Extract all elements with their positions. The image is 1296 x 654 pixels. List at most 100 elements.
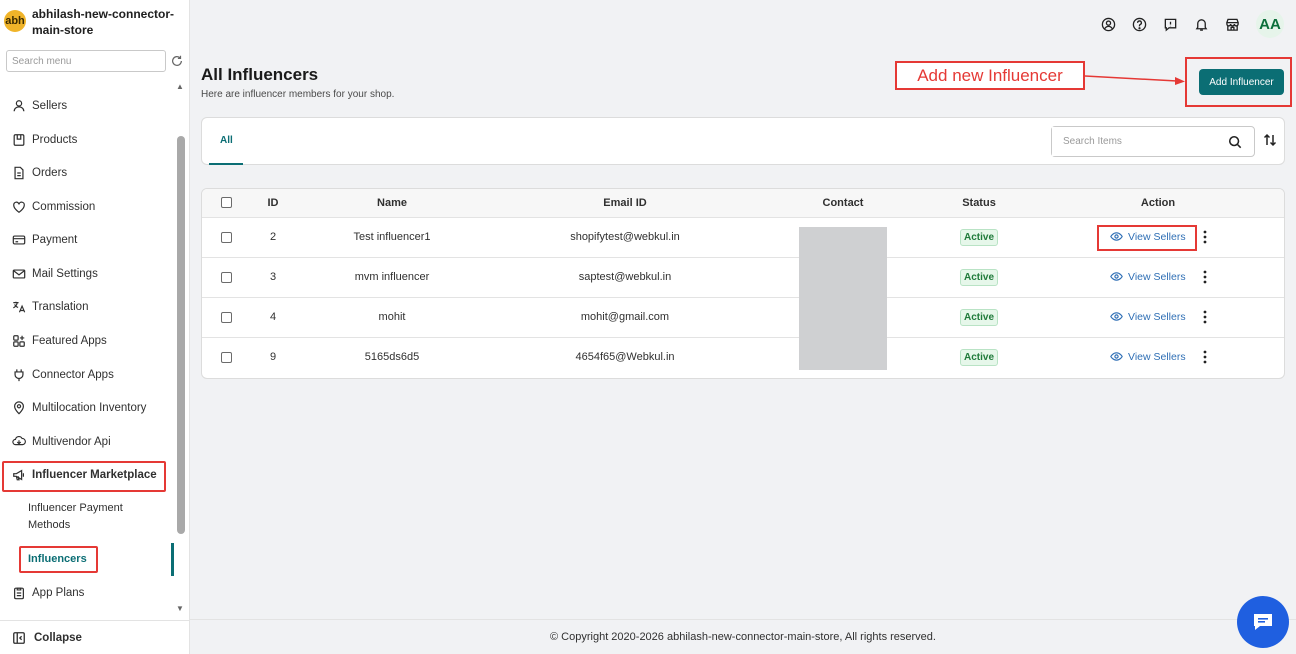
scroll-up-arrow[interactable]: ▲: [176, 82, 184, 91]
sidebar-item-label: Sellers: [32, 100, 68, 112]
account-icon[interactable]: [1101, 17, 1116, 32]
store-logo: abh: [4, 10, 26, 32]
menu-search: [6, 50, 166, 72]
more-options-icon[interactable]: [1202, 310, 1208, 324]
view-sellers-link[interactable]: View Sellers: [1110, 270, 1186, 283]
products-icon: [13, 134, 25, 146]
store-icon[interactable]: [1225, 17, 1240, 32]
sidebar-item-label: Products: [32, 134, 78, 146]
row-checkbox[interactable]: [221, 232, 232, 243]
eye-icon: [1110, 312, 1123, 321]
tab-active-underline: [209, 163, 243, 165]
sidebar-item-multivendor-api[interactable]: Multivendor Api: [12, 432, 111, 452]
store-header[interactable]: abh abhilash-new-connector-main-store: [4, 6, 182, 38]
translation-icon: [13, 301, 26, 313]
header-contact: Contact: [822, 197, 864, 209]
sidebar-item-label: Orders: [32, 167, 68, 179]
contact-redacted-area: [799, 227, 887, 370]
eye-icon: [1110, 272, 1123, 281]
sidebar-item-mail-settings[interactable]: Mail Settings: [12, 264, 98, 284]
add-influencer-button[interactable]: Add Influencer: [1199, 69, 1284, 95]
sidebar-scrollbar[interactable]: [177, 136, 185, 534]
refresh-icon[interactable]: [170, 54, 184, 68]
header-email: Email ID: [603, 197, 647, 209]
row-checkbox[interactable]: [221, 312, 232, 323]
plug-icon: [14, 369, 24, 382]
chat-icon: [1254, 614, 1272, 630]
sidebar-item-payment[interactable]: Payment: [12, 230, 77, 250]
sidebar-subitem-payment-methods[interactable]: Influencer Payment Methods: [28, 500, 158, 534]
status-badge: Active: [959, 309, 999, 326]
notifications-icon[interactable]: [1194, 17, 1209, 32]
page-subtitle: Here are influencer members for your sho…: [201, 89, 395, 100]
sidebar-item-label: Connector Apps: [32, 369, 114, 381]
cell-email: shopifytest@webkul.in: [570, 231, 680, 243]
row-checkbox[interactable]: [221, 272, 232, 283]
sidebar-item-translation[interactable]: Translation: [12, 297, 88, 317]
cell-id: 4: [269, 311, 277, 323]
select-all-checkbox[interactable]: [221, 197, 232, 208]
cell-name: mvm influencer: [354, 271, 430, 283]
sidebar-item-products[interactable]: Products: [12, 130, 77, 150]
row-checkbox[interactable]: [221, 352, 232, 363]
orders-icon: [14, 166, 24, 180]
sidebar-item-featured-apps[interactable]: Featured Apps: [12, 331, 107, 351]
cell-email: saptest@webkul.in: [578, 271, 672, 283]
sidebar-item-label: Multivendor Api: [32, 436, 111, 448]
table-header: ID Name Email ID Contact Status Action: [202, 189, 1284, 218]
scroll-down-arrow[interactable]: ▼: [176, 604, 184, 613]
status-badge: Active: [959, 229, 999, 246]
tab-all[interactable]: All: [220, 135, 233, 146]
header-id: ID: [267, 197, 279, 209]
more-options-icon[interactable]: [1202, 350, 1208, 364]
annotation-box-influencers: [19, 546, 98, 573]
sort-icon[interactable]: [1262, 132, 1278, 148]
menu-search-input[interactable]: [6, 50, 166, 72]
collapse-label: Collapse: [34, 631, 82, 644]
view-sellers-link[interactable]: View Sellers: [1110, 310, 1186, 323]
sidebar-item-multilocation-inventory[interactable]: Multilocation Inventory: [12, 398, 146, 418]
sidebar-item-orders[interactable]: Orders: [12, 163, 67, 183]
sidebar-item-label: Payment: [32, 234, 78, 246]
mail-icon: [12, 269, 26, 279]
eye-icon: [1110, 352, 1123, 361]
sidebar: abh abhilash-new-connector-main-store ▲ …: [0, 0, 190, 654]
sidebar-item-label: App Plans: [32, 587, 85, 599]
search-icon[interactable]: [1228, 135, 1242, 149]
influencers-table: ID Name Email ID Contact Status Action 2…: [201, 188, 1285, 379]
table-row: 4 mohit mohit@gmail.com Active View Sell…: [202, 298, 1284, 338]
sidebar-item-sellers[interactable]: Sellers: [12, 96, 67, 116]
sidebar-item-label: Commission: [32, 201, 96, 213]
commission-icon: [13, 201, 25, 213]
more-options-icon[interactable]: [1202, 270, 1208, 284]
annotation-label: Add new Influencer: [895, 61, 1085, 90]
collapse-icon: [13, 631, 25, 644]
cell-email: 4654f65@Webkul.in: [575, 351, 675, 363]
sidebar-item-connector-apps[interactable]: Connector Apps: [12, 365, 114, 385]
topbar: AA: [1101, 10, 1284, 38]
view-sellers-label: View Sellers: [1128, 350, 1186, 363]
sidebar-item-label: Featured Apps: [32, 335, 107, 347]
api-icon: [12, 436, 26, 446]
help-icon[interactable]: [1132, 17, 1147, 32]
collapse-button[interactable]: Collapse: [0, 620, 190, 654]
apps-icon: [13, 335, 25, 347]
clipboard-icon: [14, 587, 24, 600]
sidebar-item-label: Translation: [32, 301, 89, 313]
avatar[interactable]: AA: [1256, 10, 1284, 38]
sidebar-item-app-plans[interactable]: App Plans: [12, 583, 84, 603]
search-items-input[interactable]: [1052, 127, 1212, 156]
header-name: Name: [377, 197, 407, 209]
footer: © Copyright 2020-2026 abhilash-new-conne…: [190, 619, 1296, 654]
sidebar-item-label: Multilocation Inventory: [32, 402, 147, 414]
sidebar-item-commission[interactable]: Commission: [12, 197, 95, 217]
feedback-icon[interactable]: [1163, 17, 1178, 32]
annotation-box-view-sellers: [1097, 225, 1197, 251]
header-status: Status: [962, 197, 996, 209]
payment-icon: [12, 235, 26, 245]
more-options-icon[interactable]: [1202, 230, 1208, 244]
chat-button[interactable]: [1237, 596, 1289, 648]
cell-name: Test influencer1: [353, 231, 431, 243]
view-sellers-link[interactable]: View Sellers: [1110, 350, 1186, 363]
store-name: abhilash-new-connector-main-store: [32, 7, 175, 37]
